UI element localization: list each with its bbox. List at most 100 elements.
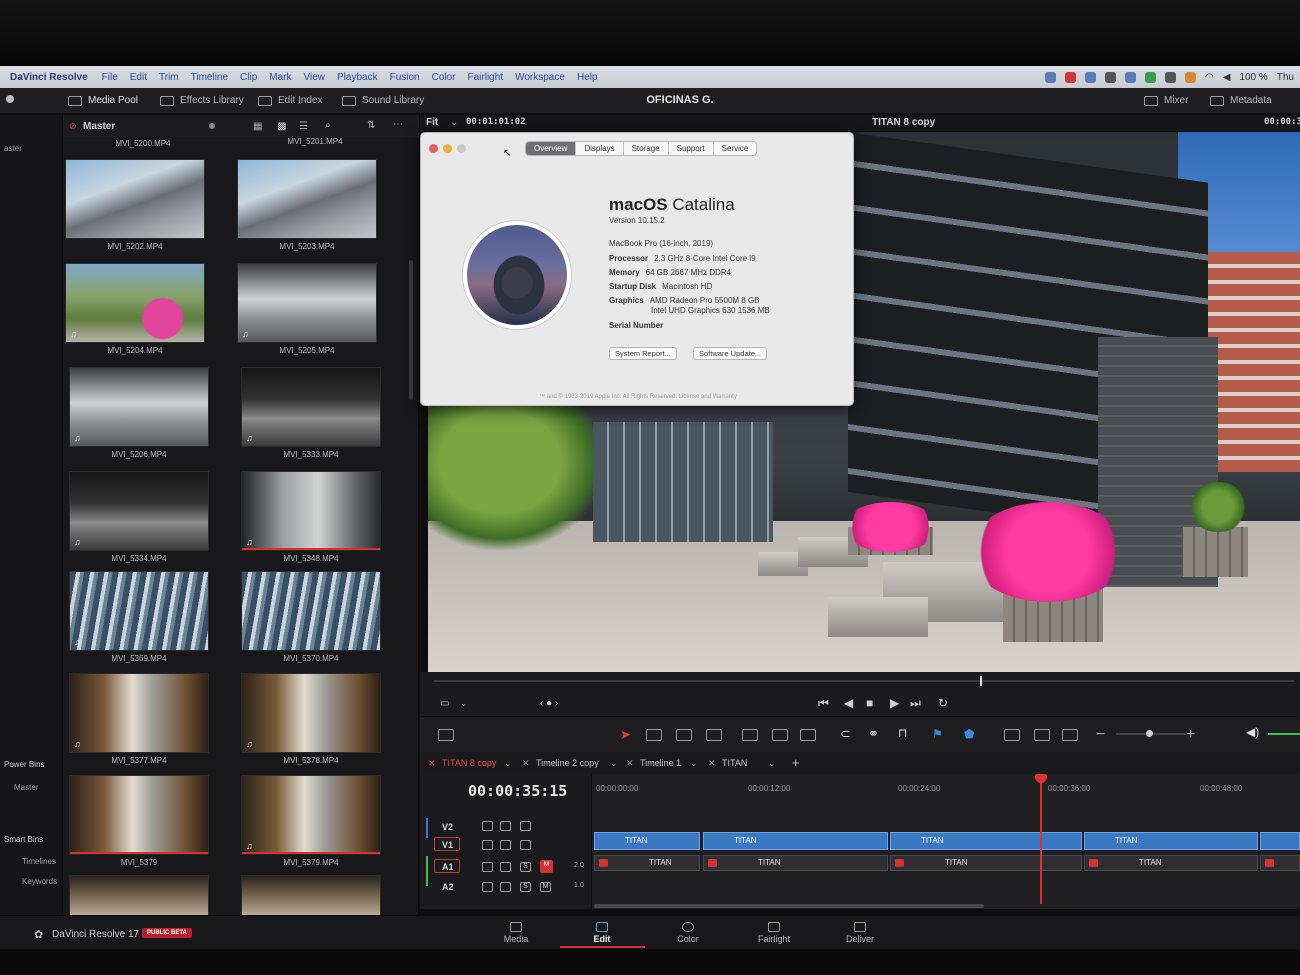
playhead[interactable] xyxy=(1035,774,1047,904)
tray-app-icon[interactable] xyxy=(1084,71,1096,83)
menu-trim[interactable]: Trim xyxy=(159,72,179,83)
go-to-end-icon[interactable]: ⏭ xyxy=(910,696,921,711)
viewer-timeline-name[interactable]: TITAN 8 copy xyxy=(872,117,935,128)
page-edit[interactable]: Edit xyxy=(562,922,642,944)
video-clip[interactable]: TITAN xyxy=(703,832,888,850)
metadata-button[interactable]: Metadata xyxy=(1210,95,1272,106)
tray-app-icon[interactable] xyxy=(1144,71,1156,83)
zoom-select[interactable]: Fit xyxy=(426,117,438,128)
clip-thumbnail[interactable] xyxy=(65,159,205,239)
tray-app-icon[interactable] xyxy=(1124,71,1136,83)
lock-icon[interactable] xyxy=(482,821,493,831)
page-color[interactable]: Color xyxy=(648,922,728,944)
volume-icon[interactable]: ◀ xyxy=(1223,72,1231,83)
zoom-slider[interactable] xyxy=(1116,730,1186,737)
audio-clip[interactable]: TITAN xyxy=(1084,855,1258,871)
tab-overview[interactable]: Overview xyxy=(526,142,577,155)
battery-label[interactable]: 100 % xyxy=(1239,72,1267,83)
chevron-down-icon[interactable]: ⌄ xyxy=(610,758,618,769)
video-clip[interactable]: TITAN xyxy=(1084,832,1258,850)
loop-icon[interactable]: ↻ xyxy=(938,696,948,710)
disable-track-icon[interactable] xyxy=(520,821,531,831)
auto-select-icon[interactable] xyxy=(500,821,511,831)
clip-thumbnail[interactable]: ♫ xyxy=(69,571,209,651)
video-clip[interactable]: TITAN xyxy=(594,832,700,850)
clip-thumbnail[interactable] xyxy=(237,159,377,239)
menu-timeline[interactable]: Timeline xyxy=(191,72,228,83)
menu-help[interactable]: Help xyxy=(577,72,598,83)
zoom-slider-handle[interactable] xyxy=(1146,730,1153,737)
clip-thumbnail[interactable]: ♫ xyxy=(241,367,381,447)
flag-icon[interactable]: ⚑ xyxy=(932,727,943,741)
play-icon[interactable]: ▶ xyxy=(890,696,899,710)
audio-clip[interactable]: TITAN xyxy=(703,855,888,871)
auto-select-icon[interactable] xyxy=(500,840,511,850)
clip-thumbnail[interactable] xyxy=(241,875,381,919)
tab-support[interactable]: Support xyxy=(669,142,714,155)
menu-mark[interactable]: Mark xyxy=(269,72,291,83)
clip-thumbnail[interactable]: ♫ xyxy=(241,471,381,551)
snapping-icon[interactable]: ⊂ xyxy=(840,726,851,742)
mute-button[interactable]: M xyxy=(540,860,553,873)
menu-workspace[interactable]: Workspace xyxy=(515,72,565,83)
chevron-down-icon[interactable]: ⌄ xyxy=(450,117,458,128)
overwrite-clip-icon[interactable] xyxy=(772,729,788,741)
chevron-down-icon[interactable]: ⌄ xyxy=(690,758,698,769)
link-icon[interactable]: ⚭ xyxy=(868,726,879,742)
auto-select-icon[interactable] xyxy=(500,882,511,892)
menu-color[interactable]: Color xyxy=(432,72,456,83)
zoom-full-icon[interactable] xyxy=(1004,729,1020,741)
play-reverse-icon[interactable]: ◀ xyxy=(844,696,853,710)
smart-bin-timelines[interactable]: Timelines xyxy=(22,857,56,866)
clip-thumbnail[interactable]: ♫ xyxy=(69,367,209,447)
timeline[interactable]: 00:00:35:15 V2 V1 A1 S M 2.0 A2 S M 1.0 xyxy=(420,774,1300,909)
zoom-out-icon[interactable]: − xyxy=(1096,726,1105,744)
solo-button[interactable]: S xyxy=(520,862,531,872)
clip-thumbnail[interactable] xyxy=(69,775,209,855)
chevron-down-icon[interactable]: ⌄ xyxy=(768,758,776,769)
insert-clip-icon[interactable] xyxy=(742,729,758,741)
menu-file[interactable]: File xyxy=(102,72,118,83)
replace-clip-icon[interactable] xyxy=(800,729,816,741)
media-pool-button[interactable]: Media Pool xyxy=(68,95,138,106)
clip-thumbnail[interactable] xyxy=(241,571,381,651)
zoom-custom-icon[interactable] xyxy=(1062,729,1078,741)
volume-icon[interactable]: ◀) xyxy=(1246,725,1259,739)
tab-service[interactable]: Service xyxy=(714,142,757,155)
blade-tool-icon[interactable] xyxy=(706,729,722,741)
close-icon[interactable]: ✕ xyxy=(708,758,716,769)
lock-icon[interactable] xyxy=(482,882,493,892)
minimize-icon[interactable] xyxy=(443,144,452,153)
tray-app-icon[interactable] xyxy=(1164,71,1176,83)
marker-icon[interactable]: ⬟ xyxy=(964,727,974,741)
clock-label[interactable]: Thu xyxy=(1277,72,1294,83)
disable-track-icon[interactable] xyxy=(520,840,531,850)
effects-library-button[interactable]: Effects Library xyxy=(160,95,244,106)
chevron-down-icon[interactable]: ⌄ xyxy=(460,698,468,709)
close-icon[interactable]: ✕ xyxy=(428,758,436,769)
software-update-button[interactable]: Software Update... xyxy=(693,347,768,360)
system-report-button[interactable]: System Report... xyxy=(609,347,677,360)
wifi-icon[interactable]: ◠ xyxy=(1205,72,1214,83)
tab-timeline-active[interactable]: TITAN 8 copy xyxy=(442,758,496,768)
page-media[interactable]: Media xyxy=(476,922,556,944)
stop-icon[interactable]: ■ xyxy=(866,696,873,710)
clip-thumbnail[interactable]: ♫ xyxy=(241,775,381,855)
add-timeline-icon[interactable]: + xyxy=(792,755,800,770)
tab-timeline[interactable]: TITAN xyxy=(722,758,747,768)
tray-app-icon[interactable] xyxy=(1104,71,1116,83)
clip-thumbnail[interactable]: ♫ xyxy=(65,263,205,343)
timeline-ruler[interactable]: 00:00:00:00 00:00:12:00 00:00:24:00 00:0… xyxy=(592,774,1300,804)
sound-library-button[interactable]: Sound Library xyxy=(342,95,424,106)
tray-app-icon[interactable] xyxy=(1044,71,1056,83)
clip-thumbnail[interactable] xyxy=(69,875,209,919)
selection-tool-icon[interactable]: ➤ xyxy=(620,727,631,743)
video-clip[interactable] xyxy=(1260,832,1300,850)
close-icon[interactable]: ✕ xyxy=(522,758,530,769)
menu-app-name[interactable]: DaVinci Resolve xyxy=(10,72,88,83)
menu-fairlight[interactable]: Fairlight xyxy=(468,72,504,83)
menu-edit[interactable]: Edit xyxy=(130,72,147,83)
scrub-playhead[interactable] xyxy=(980,676,982,686)
grid-view-icon[interactable]: ▦ xyxy=(253,121,262,132)
tab-timeline[interactable]: Timeline 2 copy xyxy=(536,758,599,768)
